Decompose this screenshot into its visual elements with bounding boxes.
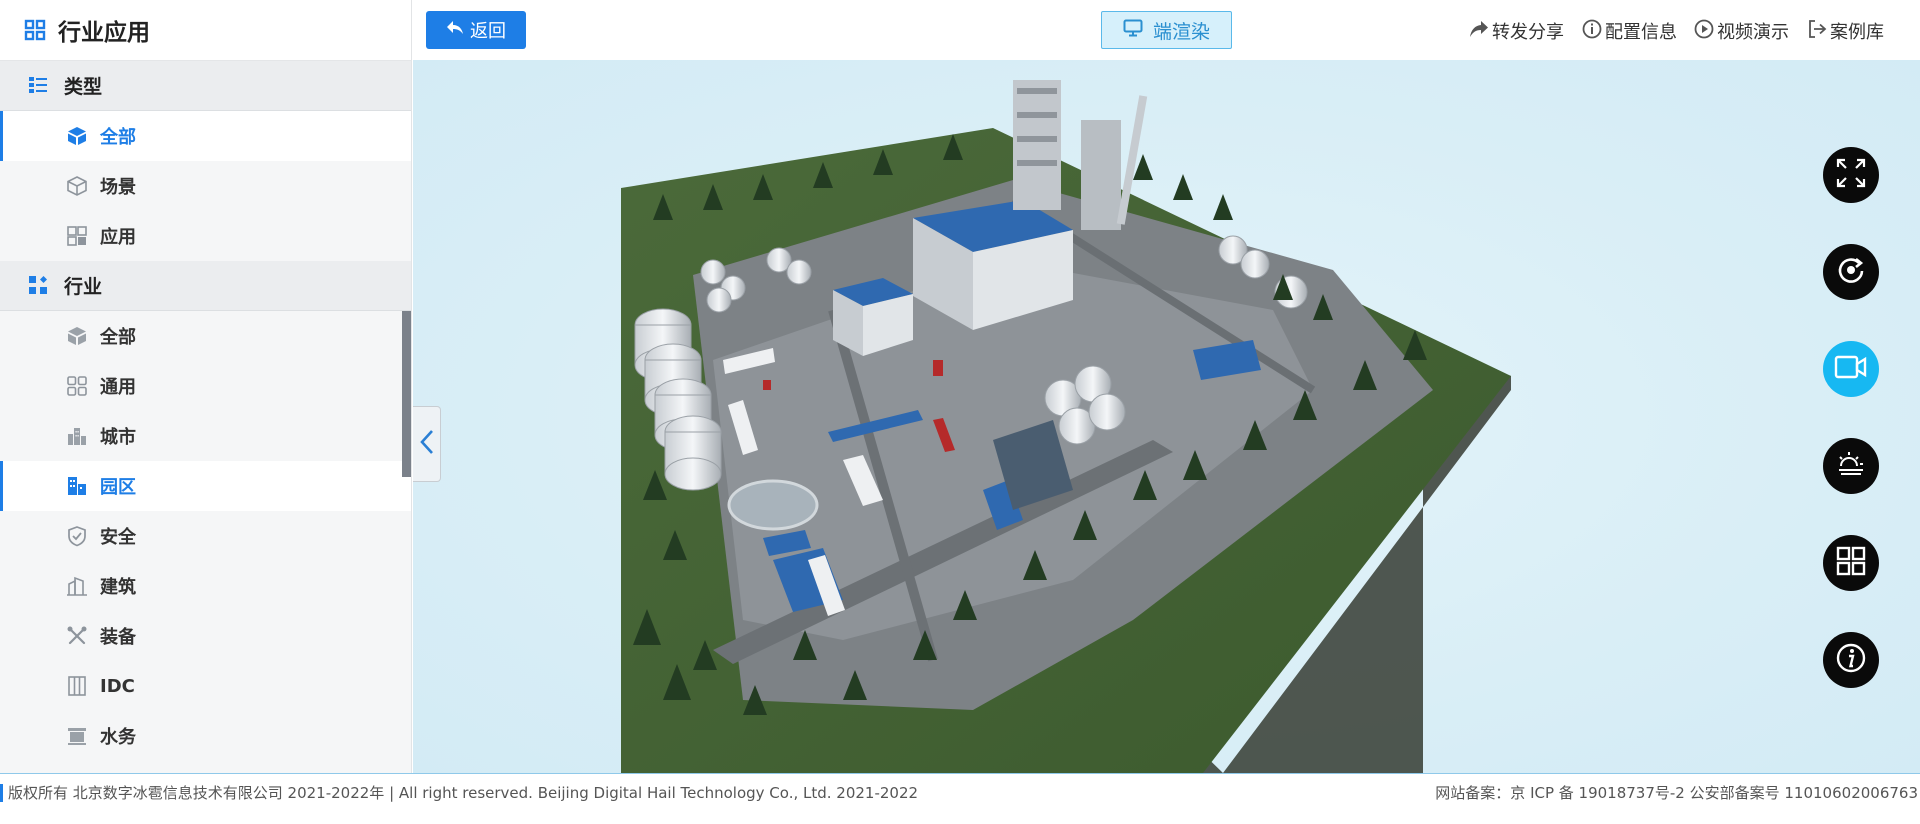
share-arrow-icon [1469,20,1489,43]
sidebar-item-label: 场景 [100,177,136,198]
sidebar-item-scene[interactable]: 场景 [0,161,411,211]
sidebar-item-city[interactable]: 城市 [0,411,411,461]
section-type[interactable]: 类型 [0,61,411,111]
footer-accent-bar [0,784,3,802]
tools-icon [66,625,88,647]
section-label: 行业 [64,276,103,298]
fullscreen-icon [1836,158,1866,192]
sidebar-item-label: 应用 [100,227,136,248]
layout-grid-icon [1836,546,1866,580]
cube-outline-icon [66,175,88,197]
back-label: 返回 [470,21,506,42]
info-circle-icon [1582,19,1602,44]
sidebar-item-label: 全部 [100,127,136,148]
cube-icon [66,125,88,147]
sidebar: 行业应用 类型 全部 场景 应用 行业 全部 通用 城市 园区 安全 建筑 装备… [0,0,412,773]
sidebar-item-park[interactable]: 园区 [0,461,411,511]
grid-icon [66,225,88,247]
render-mode-button[interactable]: 端渲染 [1101,11,1232,49]
icp-record-link[interactable]: 网站备案：京 ICP 备 19018737号-2 公安部备案号 11010602… [1435,782,1918,803]
industrial-park-3d-scene[interactable] [413,60,1920,773]
sidebar-item-label: 安全 [100,527,136,548]
config-label: 配置信息 [1605,22,1677,43]
monitor-icon [1123,19,1143,42]
weather-button[interactable] [1823,438,1879,494]
sidebar-item-security[interactable]: 安全 [0,511,411,561]
video-camera-icon [1834,354,1868,384]
fullscreen-button[interactable] [1823,147,1879,203]
category-icon [28,275,50,297]
main-area: 返回 端渲染 转发分享 配置信息 视频演示 案例库 [413,0,1920,773]
library-label: 案例库 [1830,22,1884,43]
footer: 版权所有 北京数字冰雹信息技术有限公司 2021-2022年 | All rig… [0,773,1920,824]
city-icon [66,425,88,447]
list-icon [28,75,50,97]
config-info-link[interactable]: 配置信息 [1582,18,1677,44]
exit-icon [1807,19,1827,44]
top-toolbar: 返回 端渲染 转发分享 配置信息 视频演示 案例库 [413,0,1920,60]
share-label: 转发分享 [1492,22,1564,43]
sidebar-header: 行业应用 [0,0,411,61]
sidebar-item-water[interactable]: 水务 [0,711,411,761]
rotate-icon [1836,255,1866,289]
server-icon [66,675,88,697]
sidebar-item-label: 水务 [100,727,136,748]
shield-icon [66,525,88,547]
sidebar-item-label: 装备 [100,627,136,648]
water-icon [66,725,88,747]
building-icon [66,575,88,597]
case-library-link[interactable]: 案例库 [1807,18,1884,44]
four-squares-icon [66,375,88,397]
sidebar-item-label: 通用 [100,377,136,398]
info-button[interactable] [1823,632,1879,688]
copyright-text: 版权所有 北京数字冰雹信息技术有限公司 2021-2022年 | All rig… [8,784,919,802]
cube-icon [66,325,88,347]
collapse-sidebar-button[interactable] [413,406,441,482]
video-demo-link[interactable]: 视频演示 [1694,18,1789,44]
scene-viewport[interactable] [413,60,1920,773]
sidebar-item-idc[interactable]: IDC [0,661,411,711]
sidebar-item-equipment[interactable]: 装备 [0,611,411,661]
play-circle-icon [1694,19,1714,44]
back-button[interactable]: 返回 [426,11,526,49]
sidebar-item-label: 园区 [100,477,136,498]
sidebar-item-label: IDC [100,675,135,697]
back-arrow-icon [446,20,464,41]
section-industry[interactable]: 行业 [0,261,411,311]
sidebar-item-type-all[interactable]: 全部 [0,111,411,161]
sidebar-item-label: 全部 [100,327,136,348]
render-label: 端渲染 [1152,20,1210,43]
apps-grid-icon [24,19,46,41]
sidebar-item-label: 建筑 [100,577,136,598]
section-label: 类型 [64,76,103,98]
camera-button[interactable] [1823,341,1879,397]
video-label: 视频演示 [1717,22,1789,43]
chevron-left-icon [419,429,434,459]
info-icon [1835,642,1867,678]
sidebar-item-general[interactable]: 通用 [0,361,411,411]
sidebar-item-label: 城市 [100,427,136,448]
sidebar-item-app[interactable]: 应用 [0,211,411,261]
sidebar-title: 行业应用 [58,20,150,46]
layout-button[interactable] [1823,535,1879,591]
share-link[interactable]: 转发分享 [1469,18,1564,44]
sidebar-item-building[interactable]: 建筑 [0,561,411,611]
park-icon [66,475,88,497]
weather-icon [1835,448,1867,484]
sidebar-scrollbar[interactable] [402,311,411,477]
rotate-button[interactable] [1823,244,1879,300]
sidebar-item-industry-all[interactable]: 全部 [0,311,411,361]
